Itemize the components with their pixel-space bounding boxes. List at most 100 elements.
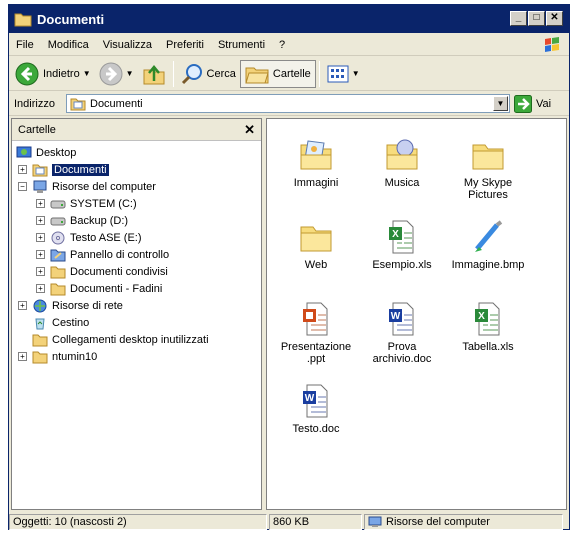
file-item[interactable]: X Esempio.xls (359, 219, 445, 271)
status-objects: Oggetti: 10 (nascosti 2) (9, 513, 267, 530)
file-name: Testo.doc (292, 423, 340, 435)
chevron-down-icon: ▼ (496, 99, 505, 108)
maximize-button[interactable]: □ (528, 11, 545, 26)
window-title: Documenti (37, 11, 105, 27)
tree-item-label: Risorse di rete (52, 299, 123, 312)
toolbar-separator (172, 60, 174, 87)
word-icon: W (385, 301, 419, 337)
close-button[interactable]: ✕ (546, 11, 563, 26)
svg-text:W: W (305, 393, 315, 404)
tree-item[interactable]: Cestino (12, 314, 261, 331)
windows-logo-icon (545, 37, 559, 52)
views-button[interactable]: ▼ (323, 60, 364, 88)
tree-item-label: Testo ASE (E:) (70, 231, 142, 244)
file-item[interactable]: W Testo.doc (273, 383, 359, 435)
file-item[interactable]: Immagine.bmp (445, 219, 531, 271)
file-item[interactable]: My Skype Pictures (445, 137, 531, 201)
expand-icon[interactable]: + (36, 199, 45, 208)
menu-preferiti[interactable]: Preferiti (159, 39, 211, 51)
computer-icon (32, 180, 48, 194)
file-name: My Skype Pictures (463, 177, 513, 201)
folder-music-icon (385, 137, 419, 173)
address-dropdown-button[interactable]: ▼ (493, 96, 508, 111)
file-name: Musica (384, 177, 420, 189)
address-input[interactable]: Documenti ▼ (66, 94, 510, 113)
folder-icon (471, 137, 505, 173)
expand-icon[interactable]: + (18, 352, 27, 361)
status-location: Risorse del computer (364, 513, 563, 530)
drive-icon (50, 214, 66, 228)
title-bar[interactable]: Documenti _ □ ✕ (9, 5, 569, 33)
excel-icon: X (385, 219, 419, 255)
expand-icon[interactable]: + (36, 250, 45, 259)
tree-item[interactable]: Desktop (12, 144, 261, 161)
file-item[interactable]: X Tabella.xls (445, 301, 531, 353)
expand-icon[interactable]: + (18, 165, 27, 174)
search-button[interactable]: Cerca (177, 60, 240, 88)
up-folder-button[interactable] (138, 60, 170, 88)
tree-item-label: Documenti condivisi (70, 265, 168, 278)
folders-icon (245, 67, 269, 83)
menu-modifica[interactable]: Modifica (41, 39, 96, 51)
tree-item[interactable]: + Testo ASE (E:) (12, 229, 261, 246)
folder-icon (14, 13, 32, 27)
menu-bar: File Modifica Visualizza Preferiti Strum… (9, 34, 569, 56)
file-item[interactable]: Musica (359, 137, 445, 189)
mydocs-icon (32, 163, 48, 177)
folder-pictures-icon (299, 137, 333, 173)
file-name: Web (304, 259, 328, 271)
file-name: Tabella.xls (462, 341, 514, 353)
file-item[interactable]: Presentazione .ppt (273, 301, 359, 365)
tree-item[interactable]: + Pannello di controllo (12, 246, 261, 263)
file-item[interactable]: Web (273, 219, 359, 271)
forward-arrow-icon (99, 62, 123, 85)
tree-item-label: SYSTEM (C:) (70, 197, 137, 210)
expand-icon[interactable]: + (18, 301, 27, 310)
tree-item[interactable]: + Documenti - Fadini (12, 280, 261, 297)
views-dropdown-icon[interactable]: ▼ (352, 69, 360, 78)
back-dropdown-icon[interactable]: ▼ (83, 69, 91, 78)
folder-icon (32, 333, 48, 347)
forward-dropdown-icon[interactable]: ▼ (126, 69, 134, 78)
tree-item[interactable]: − Risorse del computer (12, 178, 261, 195)
minimize-button[interactable]: _ (510, 11, 527, 26)
collapse-icon[interactable]: − (18, 182, 27, 191)
folders-pane-close-button[interactable]: ✕ (244, 122, 255, 138)
views-icon (327, 65, 349, 82)
menu-visualizza[interactable]: Visualizza (96, 39, 159, 51)
forward-button[interactable]: ▼ (95, 60, 138, 88)
go-label: Vai (536, 97, 552, 110)
tree-item-label: Desktop (36, 146, 77, 159)
tree-item[interactable]: Collegamenti desktop inutilizzati (12, 331, 261, 348)
tree-item[interactable]: + Backup (D:) (12, 212, 261, 229)
close-icon: ✕ (244, 121, 255, 137)
control-icon (50, 248, 66, 262)
tree-item[interactable]: + ntumin10 (12, 348, 261, 365)
search-label: Cerca (206, 67, 236, 80)
expand-icon[interactable]: + (36, 267, 45, 276)
expand-icon[interactable]: + (36, 284, 45, 293)
tree-item[interactable]: + Risorse di rete (12, 297, 261, 314)
folders-button[interactable]: Cartelle (239, 59, 316, 88)
tree-item[interactable]: + Documenti (12, 161, 261, 178)
powerpoint-icon (299, 301, 333, 337)
tree-item[interactable]: + SYSTEM (C:) (12, 195, 261, 212)
file-item[interactable]: Immagini (273, 137, 359, 189)
menu-file[interactable]: File (9, 39, 41, 51)
menu-help[interactable]: ? (272, 39, 292, 51)
tree-item[interactable]: + Documenti condivisi (12, 263, 261, 280)
expand-icon[interactable]: + (36, 216, 45, 225)
go-button[interactable]: Vai (514, 94, 552, 113)
back-button[interactable]: Indietro ▼ (11, 60, 95, 88)
tree-item-label: Documenti - Fadini (70, 282, 163, 295)
svg-text:X: X (392, 229, 399, 240)
back-arrow-icon (15, 62, 39, 85)
expand-icon[interactable]: + (36, 233, 45, 242)
tree-item-label: Risorse del computer (52, 180, 156, 193)
file-item[interactable]: W Prova archivio.doc (359, 301, 445, 365)
menu-strumenti[interactable]: Strumenti (211, 39, 272, 51)
file-list-pane: Immagini Musica My Skype Pictures Web X Esemp… (266, 118, 567, 510)
tree-item-label: Pannello di controllo (70, 248, 170, 261)
status-size: 860 KB (269, 513, 362, 530)
folder-icon (50, 265, 66, 279)
